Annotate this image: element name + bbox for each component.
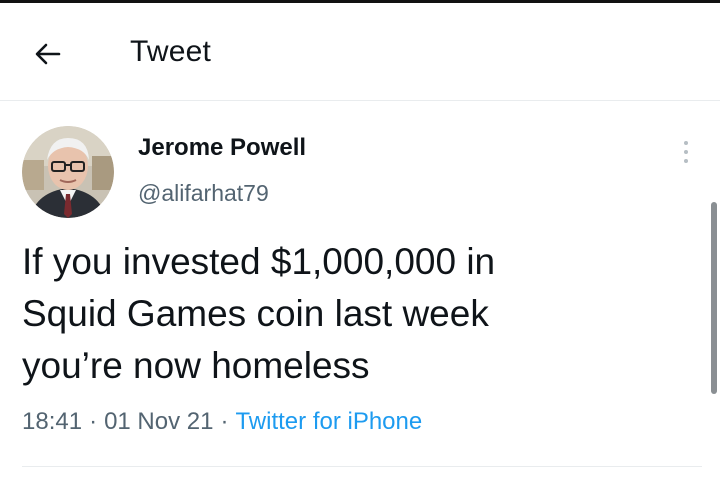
vertical-ellipsis-icon <box>684 141 688 145</box>
tweet-date[interactable]: 01 Nov 21 <box>104 408 213 435</box>
author-display-name[interactable]: Jerome Powell <box>138 134 306 162</box>
scrollbar-thumb[interactable] <box>711 202 717 394</box>
author-handle[interactable]: @alifarhat79 <box>138 180 269 207</box>
back-button[interactable] <box>26 32 70 76</box>
meta-separator: · <box>89 408 98 435</box>
vertical-ellipsis-icon <box>684 150 688 154</box>
header-divider <box>0 100 720 101</box>
tweet-time[interactable]: 18:41 <box>22 408 82 435</box>
tweet-source-link[interactable]: Twitter for iPhone <box>235 408 422 435</box>
tweet-bottom-divider <box>22 466 702 467</box>
tweet-metadata: 18:41 · 01 Nov 21 · Twitter for iPhone <box>22 408 422 436</box>
profile-photo <box>22 126 114 218</box>
tweet-body-text: If you invested $1,000,000 in Squid Game… <box>22 241 496 386</box>
vertical-ellipsis-icon <box>684 159 688 163</box>
page-title: Tweet <box>130 35 212 68</box>
more-options-button[interactable] <box>672 134 700 170</box>
tweet-detail-page: Tweet Jerome Powell @alifarhat79 If you … <box>0 0 720 479</box>
arrow-left-icon <box>35 43 61 65</box>
meta-separator: · <box>220 408 229 435</box>
avatar[interactable] <box>22 126 114 218</box>
page-header: Tweet <box>0 3 720 99</box>
